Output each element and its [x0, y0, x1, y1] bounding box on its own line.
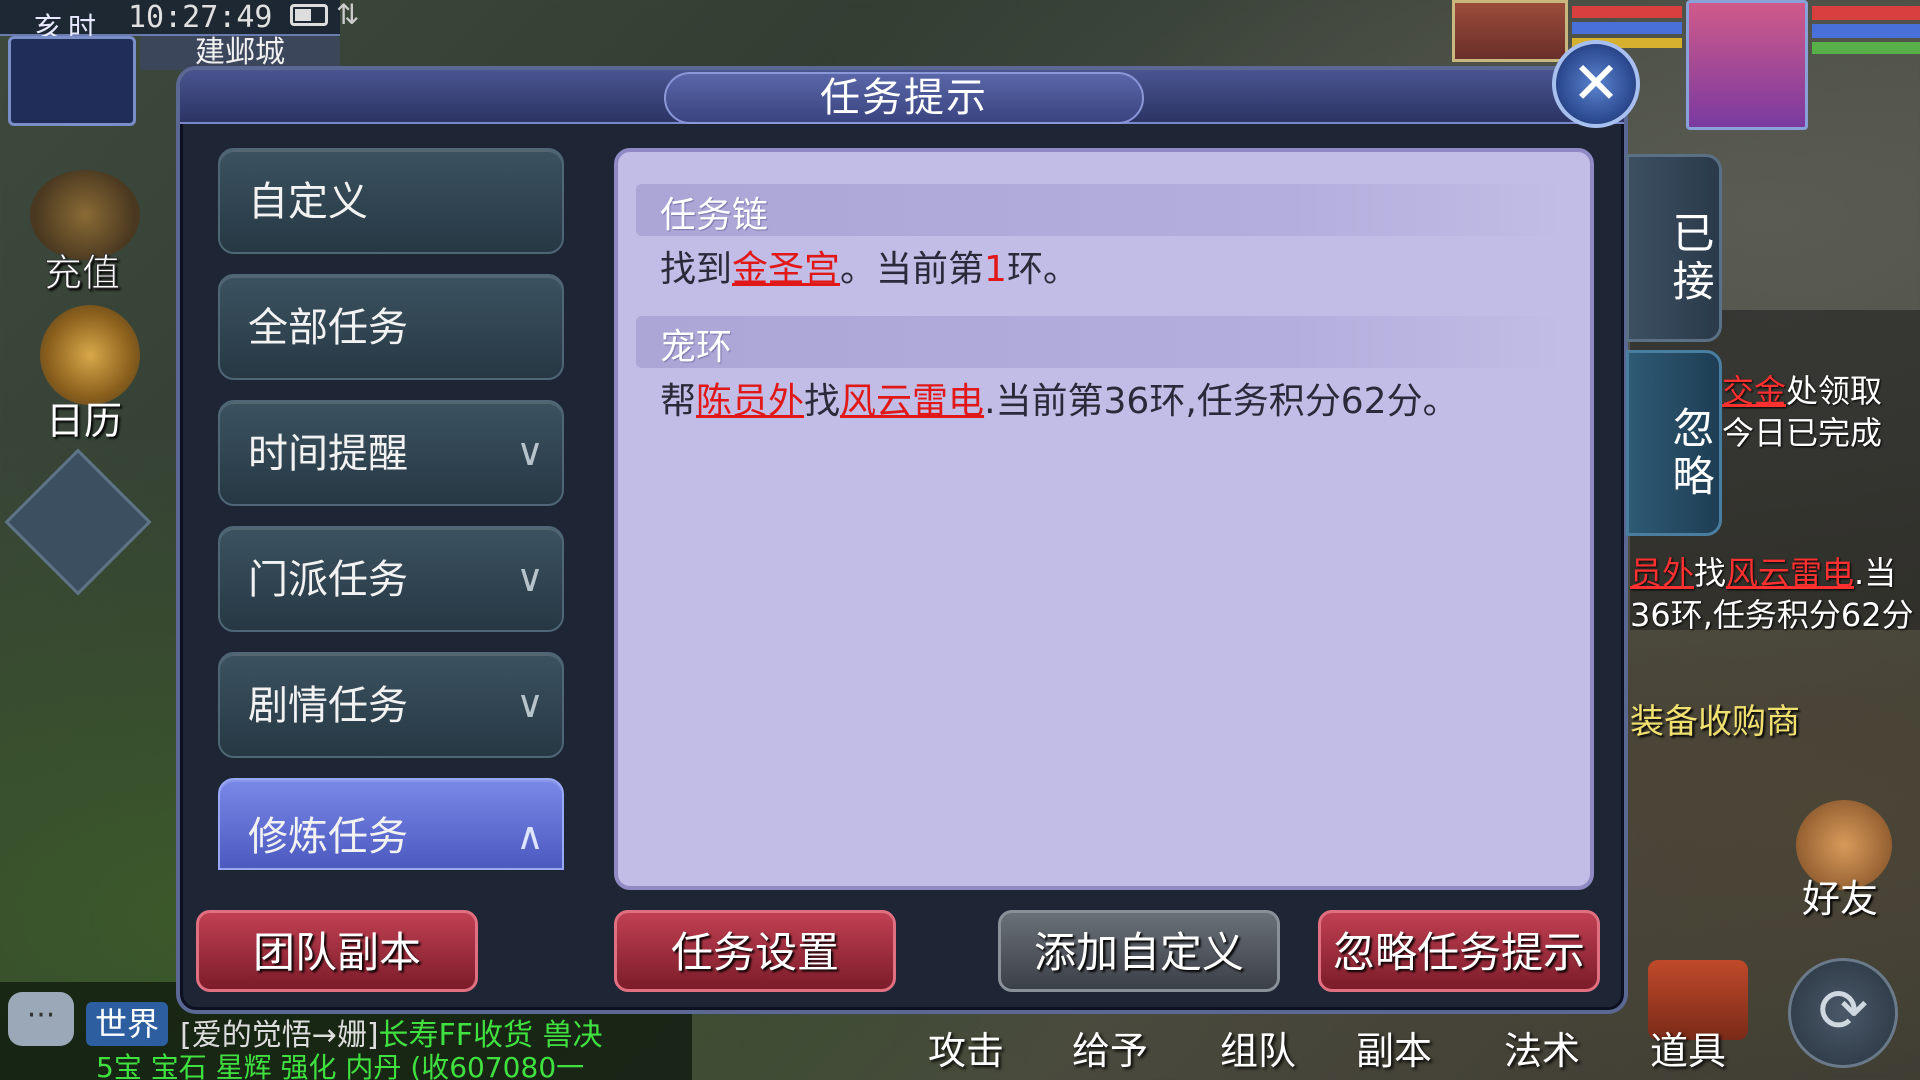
quest-round-number: 1	[984, 249, 1007, 290]
category-label: 全部任务	[248, 305, 408, 351]
add-custom-button[interactable]: 添加自定义	[998, 910, 1280, 992]
category-sect-quests[interactable]: 门派任务 ∨	[218, 526, 564, 632]
pet-ring-title: 宠环	[660, 327, 733, 368]
action-items[interactable]: 道具	[1650, 1020, 1726, 1075]
dialog-title: 任务提示	[820, 75, 988, 121]
quest-npc-link[interactable]: 陈员外	[696, 381, 804, 422]
recharge-label[interactable]: 充值	[43, 242, 120, 297]
pet-ring-desc: 帮陈员外找风云雷电.当前第36环,任务积分62分。	[660, 372, 1459, 424]
quest-text: 找	[804, 381, 841, 422]
chevron-down-icon: ∨	[516, 682, 544, 726]
category-all-quests[interactable]: 全部任务	[218, 274, 564, 380]
close-button[interactable]: ✕	[1552, 40, 1640, 128]
chat-message: 5宝 宝石 星辉 强化 内丹 (收607080一	[96, 1051, 585, 1080]
tracker-line[interactable]: 交金处领取	[1722, 366, 1882, 412]
chevron-down-icon: ∨	[516, 430, 544, 474]
pet-portrait[interactable]	[1452, 0, 1568, 62]
calendar-label[interactable]: 日历	[46, 390, 122, 445]
tracker-text: .当	[1854, 554, 1897, 592]
minimap[interactable]	[8, 36, 136, 126]
category-custom[interactable]: 自定义	[218, 148, 564, 254]
pet-mp-bar	[1572, 22, 1682, 34]
quest-settings-button[interactable]: 任务设置	[614, 910, 896, 992]
tracker-line[interactable]: 员外找风云雷电.当	[1630, 548, 1896, 594]
signal-icon: ⇅	[336, 0, 360, 31]
hide-ui-icon[interactable]	[4, 448, 152, 596]
friend-label[interactable]: 好友	[1802, 868, 1878, 923]
close-icon: ✕	[1571, 49, 1621, 117]
battery-icon	[290, 4, 328, 26]
action-dungeon[interactable]: 副本	[1356, 1020, 1432, 1075]
action-magic[interactable]: 法术	[1504, 1020, 1580, 1075]
ignore-quest-tips-button[interactable]: 忽略任务提示	[1318, 910, 1600, 992]
category-label: 修炼任务	[248, 814, 408, 860]
clock: 10:27:49	[128, 0, 273, 35]
section-header-bar	[636, 184, 1568, 236]
chevron-up-icon: ∧	[516, 814, 544, 858]
quest-text: 。当前第	[840, 249, 985, 290]
chevron-down-icon: ∨	[516, 556, 544, 600]
city-name: 建邺城	[140, 36, 340, 70]
tracker-text: 找	[1694, 554, 1727, 592]
category-label: 门派任务	[248, 557, 408, 603]
action-team[interactable]: 组队	[1220, 1020, 1296, 1075]
quest-text: 帮	[660, 381, 697, 422]
tab-ignored[interactable]: 忽略	[1626, 350, 1722, 536]
category-label: 自定义	[248, 179, 368, 225]
category-label: 时间提醒	[248, 431, 408, 477]
tracker-text: 处领取	[1786, 372, 1883, 410]
player-portrait[interactable]	[1686, 0, 1808, 130]
quest-target-link[interactable]: 风云雷电	[840, 381, 984, 422]
action-give[interactable]: 给予	[1072, 1020, 1148, 1075]
quest-location-link[interactable]: 金圣宫	[732, 249, 840, 290]
category-cultivation-quests[interactable]: 修炼任务 ∧	[218, 778, 564, 870]
quest-text: 环。	[1006, 249, 1079, 290]
team-dungeon-button[interactable]: 团队副本	[196, 910, 478, 992]
action-attack[interactable]: 攻击	[928, 1020, 1004, 1075]
tracker-link[interactable]: 员外	[1630, 554, 1694, 592]
chat-bubble-icon[interactable]: ···	[8, 992, 74, 1046]
section-header-bar	[636, 316, 1568, 368]
category-label: 剧情任务	[248, 683, 408, 729]
player-sp-bar	[1812, 42, 1920, 54]
chat-channel-badge[interactable]: 世界	[86, 1002, 168, 1046]
quest-chain-desc: 找到金圣宫。当前第1环。	[660, 240, 1079, 292]
player-mp-bar	[1812, 24, 1920, 38]
pet-hp-bar	[1572, 6, 1682, 18]
tracker-link[interactable]: 风云雷电	[1726, 554, 1854, 592]
category-story-quests[interactable]: 剧情任务 ∨	[218, 652, 564, 758]
quest-text: 找到	[660, 249, 733, 290]
tracker-line: 36环,任务积分62分	[1630, 596, 1914, 634]
player-hp-bar	[1812, 6, 1920, 20]
npc-name-label[interactable]: 装备收购商	[1630, 694, 1800, 743]
tracker-line: 今日已完成	[1722, 414, 1883, 452]
tab-accepted[interactable]: 已接	[1626, 154, 1722, 342]
tracker-link[interactable]: 交金	[1722, 372, 1786, 410]
category-time-reminder[interactable]: 时间提醒 ∨	[218, 400, 564, 506]
quest-text: .当前第36环,任务积分62分。	[984, 381, 1459, 422]
refresh-icon[interactable]: ⟳	[1788, 958, 1898, 1068]
quest-chain-title: 任务链	[660, 195, 769, 236]
